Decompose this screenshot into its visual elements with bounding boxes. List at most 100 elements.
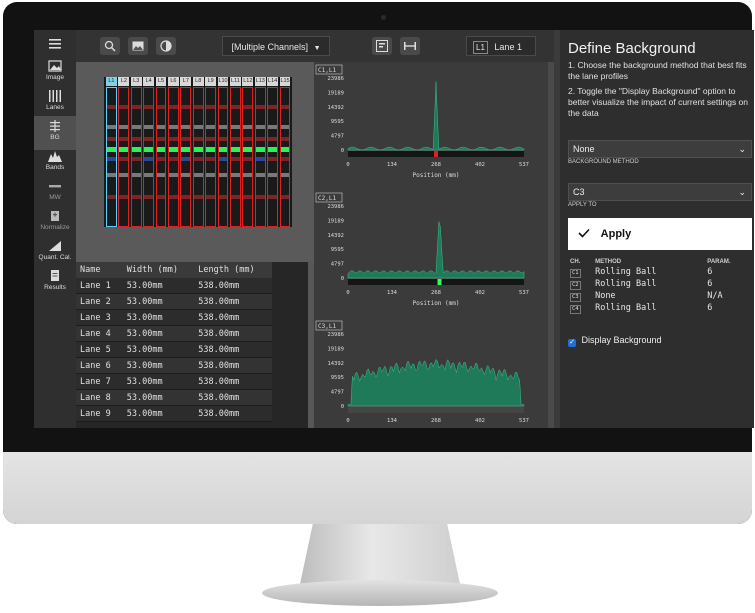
image-view-button[interactable] [128,37,148,55]
background-method-select[interactable]: None ⌄ [568,140,752,158]
table-row[interactable]: Lane 3 53.00mm 538.00mm [76,309,272,326]
gel-image[interactable]: L1 L2 L3 L4 L5 L6 L7 L8 L9 L10 L11 L12 L13 L14 L15 [104,77,292,227]
app-screen: Image Lanes BG Bands MW Normalize Quant.… [34,30,754,428]
zoom-button[interactable] [100,37,120,55]
y-tick-label: 9595 [331,119,344,125]
table-cell: 53.00mm [122,373,195,390]
sidebar-item-mw[interactable]: MW [34,176,76,210]
channel-chip: C2 [570,280,581,290]
lane-tab[interactable]: L5 [155,77,167,86]
apply-to-select[interactable]: C3 ⌄ [568,183,752,201]
gel-band [119,173,129,177]
gel-band [181,105,191,109]
results-icon [51,270,59,281]
lane-tab[interactable]: L9 [205,77,217,86]
x-tick-label: 537 [519,162,529,168]
lane-tab[interactable]: L14 [267,77,279,86]
hamburger-menu-button[interactable] [34,34,76,54]
lane-tab[interactable]: L10 [217,77,229,86]
lane-profile-plot[interactable]: C2,L1 23986 19189 14392 9595 4797 0 0 134 268 402 5… [314,192,554,312]
table-header[interactable]: Name [76,262,123,278]
x-tick-label: 537 [519,418,529,424]
profile-area [347,81,525,151]
table-cell: Lane 2 [76,293,123,310]
apply-to-label: APPLY TO [568,202,597,208]
align-lanes-button[interactable] [372,37,392,55]
lane-tab[interactable]: L2 [118,77,130,86]
sidebar-item-bands[interactable]: Bands [34,146,76,180]
channel-table-cell: 6 [705,266,752,278]
channel-dropdown[interactable]: [Multiple Channels] ▼ [222,36,330,56]
table-row[interactable]: Lane 4 53.00mm 538.00mm [76,325,272,342]
table-row[interactable]: Lane 1 53.00mm 538.00mm [76,278,272,294]
monitor-chin [3,452,752,524]
channel-table-cell: N/A [705,290,752,302]
table-cell: 538.00mm [194,357,272,374]
checkbox-checked-icon[interactable]: ✓ [568,339,576,347]
table-row[interactable]: Lane 5 53.00mm 538.00mm [76,341,272,358]
monitor-stand-neck [300,524,460,584]
sidebar-item-normalize[interactable]: Normalize [34,206,76,240]
lane-dropdown[interactable]: L1 Lane 1 ▼ [466,36,536,72]
lane-tab[interactable]: L1 [106,77,117,86]
y-tick-label: 4797 [331,262,344,268]
x-tick-label: 268 [431,162,441,168]
gel-band [218,147,228,152]
sidebar-item-quant-cal[interactable]: Quant. Cal. [34,236,76,270]
x-tick-label: 134 [387,418,398,424]
channel-table-cell: C3 [568,290,593,302]
monitor-stand-base [262,580,498,606]
background-icon [50,120,60,132]
gel-band [280,137,290,141]
table-header[interactable]: Width (mm) [122,262,195,278]
gel-band [131,173,141,177]
sidebar-item-label: MW [49,194,61,201]
sidebar-item-lanes[interactable]: Lanes [34,86,76,120]
gel-band [169,125,178,129]
lane-tab[interactable]: L13 [254,77,266,86]
table-row[interactable]: Lane 8 53.00mm 538.00mm [76,389,272,406]
lane-tab[interactable]: L15 [279,77,291,86]
contrast-button[interactable] [156,37,176,55]
gel-band [156,173,166,177]
channel-table-value: Rolling Ball [595,303,657,313]
gel-band [181,157,191,161]
table-cell: Lane 3 [76,309,123,326]
y-tick-label: 23986 [327,332,344,338]
lane-tab[interactable]: L8 [192,77,204,86]
table-header[interactable]: Length (mm) [194,262,272,278]
table-row[interactable]: Lane 2 53.00mm 538.00mm [76,293,272,310]
y-tick-label: 14392 [327,233,344,239]
lane-strip-band [434,151,438,157]
lane-tab[interactable]: L3 [130,77,142,86]
gel-band [107,125,116,129]
lane-tab[interactable]: L7 [180,77,192,86]
apply-button[interactable]: Apply [568,218,752,250]
gel-band [193,195,203,199]
sidebar-item-bg[interactable]: BG [34,116,76,150]
sidebar-item-image[interactable]: Image [34,56,76,90]
lane-tab[interactable]: L4 [143,77,155,86]
sidebar-item-label: Bands [45,164,65,171]
gel-band [181,125,191,129]
lane-profile-plot[interactable]: C1,L1 23986 19189 14392 9595 4797 0 0 134 268 402 5… [314,64,554,184]
y-tick-label: 4797 [331,134,344,140]
display-background-toggle[interactable]: ✓ Display Background [568,335,662,347]
lane-tab[interactable]: L11 [230,77,241,86]
lane-tab[interactable]: L6 [168,77,179,86]
lane-tab[interactable]: L12 [242,77,254,86]
sidebar-item-results[interactable]: Results [34,266,76,300]
lane-profile-plot[interactable]: C3,L1 23986 19189 14392 9595 4797 0 0 134 268 402 5… [314,320,554,428]
table-row[interactable]: Lane 7 53.00mm 538.00mm [76,373,272,390]
table-cell: 538.00mm [194,373,272,390]
x-tick-label: 0 [346,418,349,424]
table-row[interactable]: Lane 6 53.00mm 538.00mm [76,357,272,374]
table-row[interactable]: Lane 9 53.00mm 538.00mm [76,405,272,422]
gel-band [268,147,278,152]
gel-band [268,173,278,177]
zoom-icon [104,40,116,52]
width-button[interactable] [400,37,420,55]
gel-band [193,105,203,109]
table-cell: Lane 6 [76,357,123,374]
plots-scrollbar[interactable] [548,62,554,428]
